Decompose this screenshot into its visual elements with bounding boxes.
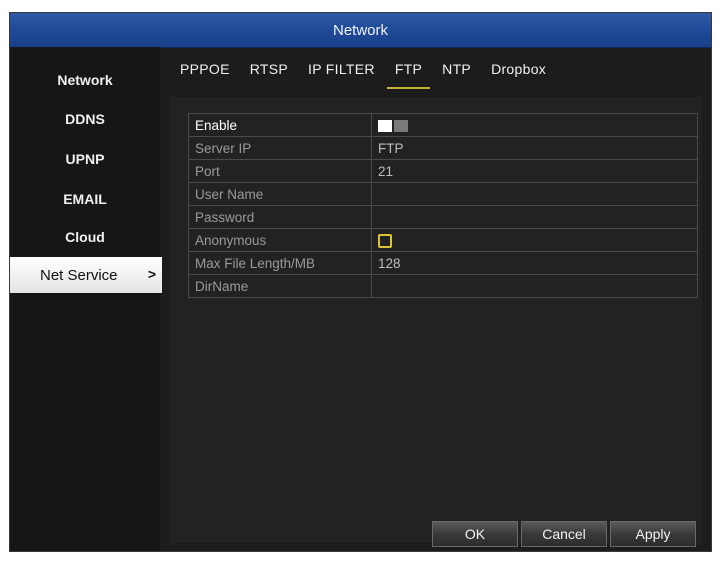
- server-ip-field[interactable]: FTP: [371, 136, 698, 160]
- chevron-right-icon: >: [147, 266, 156, 282]
- port-field[interactable]: 21: [371, 159, 698, 183]
- max-file-length-field[interactable]: 128: [371, 251, 698, 275]
- toggle-knob: [378, 119, 392, 132]
- tab-rtsp[interactable]: RTSP: [248, 61, 290, 89]
- sidebar-item-email[interactable]: EMAIL: [10, 181, 160, 217]
- sidebar-item-upnp[interactable]: UPNP: [10, 141, 160, 177]
- sidebar: Network DDNS UPNP EMAIL Cloud Net Servic…: [10, 47, 162, 551]
- table-row: DirName: [188, 274, 698, 298]
- user-name-label: User Name: [188, 182, 372, 206]
- max-file-length-label: Max File Length/MB: [188, 251, 372, 275]
- tab-ntp[interactable]: NTP: [440, 61, 473, 89]
- password-label: Password: [188, 205, 372, 229]
- network-settings-window: Network Network DDNS UPNP EMAIL Cloud Ne…: [9, 12, 712, 552]
- anonymous-checkbox[interactable]: [378, 233, 392, 248]
- dir-name-field[interactable]: [371, 274, 698, 298]
- cancel-button[interactable]: Cancel: [521, 521, 607, 547]
- table-row: Password: [188, 205, 698, 229]
- enable-toggle[interactable]: [378, 119, 408, 132]
- tab-bar: PPPOE RTSP IP FILTER FTP NTP Dropbox: [178, 61, 564, 91]
- anonymous-checkbox-cell: [371, 228, 698, 252]
- tab-pppoe[interactable]: PPPOE: [178, 61, 232, 89]
- ok-button[interactable]: OK: [432, 521, 518, 547]
- table-row: Anonymous: [188, 228, 698, 252]
- tab-ip-filter[interactable]: IP FILTER: [306, 61, 377, 89]
- table-row: User Name: [188, 182, 698, 206]
- apply-button[interactable]: Apply: [610, 521, 696, 547]
- sidebar-item-label: Net Service: [40, 266, 118, 284]
- window-title: Network: [10, 13, 711, 48]
- port-label: Port: [188, 159, 372, 183]
- sidebar-item-cloud[interactable]: Cloud: [10, 219, 160, 255]
- table-row: Enable: [188, 113, 698, 137]
- table-row: Max File Length/MB 128: [188, 251, 698, 275]
- enable-toggle-cell: [371, 113, 698, 137]
- sidebar-item-ddns[interactable]: DDNS: [10, 101, 160, 137]
- table-row: Port 21: [188, 159, 698, 183]
- sidebar-item-network[interactable]: Network: [10, 62, 160, 98]
- server-ip-label: Server IP: [188, 136, 372, 160]
- toggle-track: [394, 119, 408, 132]
- dir-name-label: DirName: [188, 274, 372, 298]
- anonymous-label: Anonymous: [188, 228, 372, 252]
- password-field[interactable]: [371, 205, 698, 229]
- ftp-settings-table: Enable Server IP FTP Port 21 User Name P…: [188, 113, 698, 298]
- tab-ftp[interactable]: FTP: [386, 61, 431, 89]
- tab-dropbox[interactable]: Dropbox: [489, 61, 548, 89]
- ftp-settings-panel: Enable Server IP FTP Port 21 User Name P…: [170, 97, 702, 543]
- enable-label: Enable: [188, 113, 372, 137]
- user-name-field[interactable]: [371, 182, 698, 206]
- table-row: Server IP FTP: [188, 136, 698, 160]
- sidebar-item-net-service[interactable]: Net Service >: [10, 257, 162, 293]
